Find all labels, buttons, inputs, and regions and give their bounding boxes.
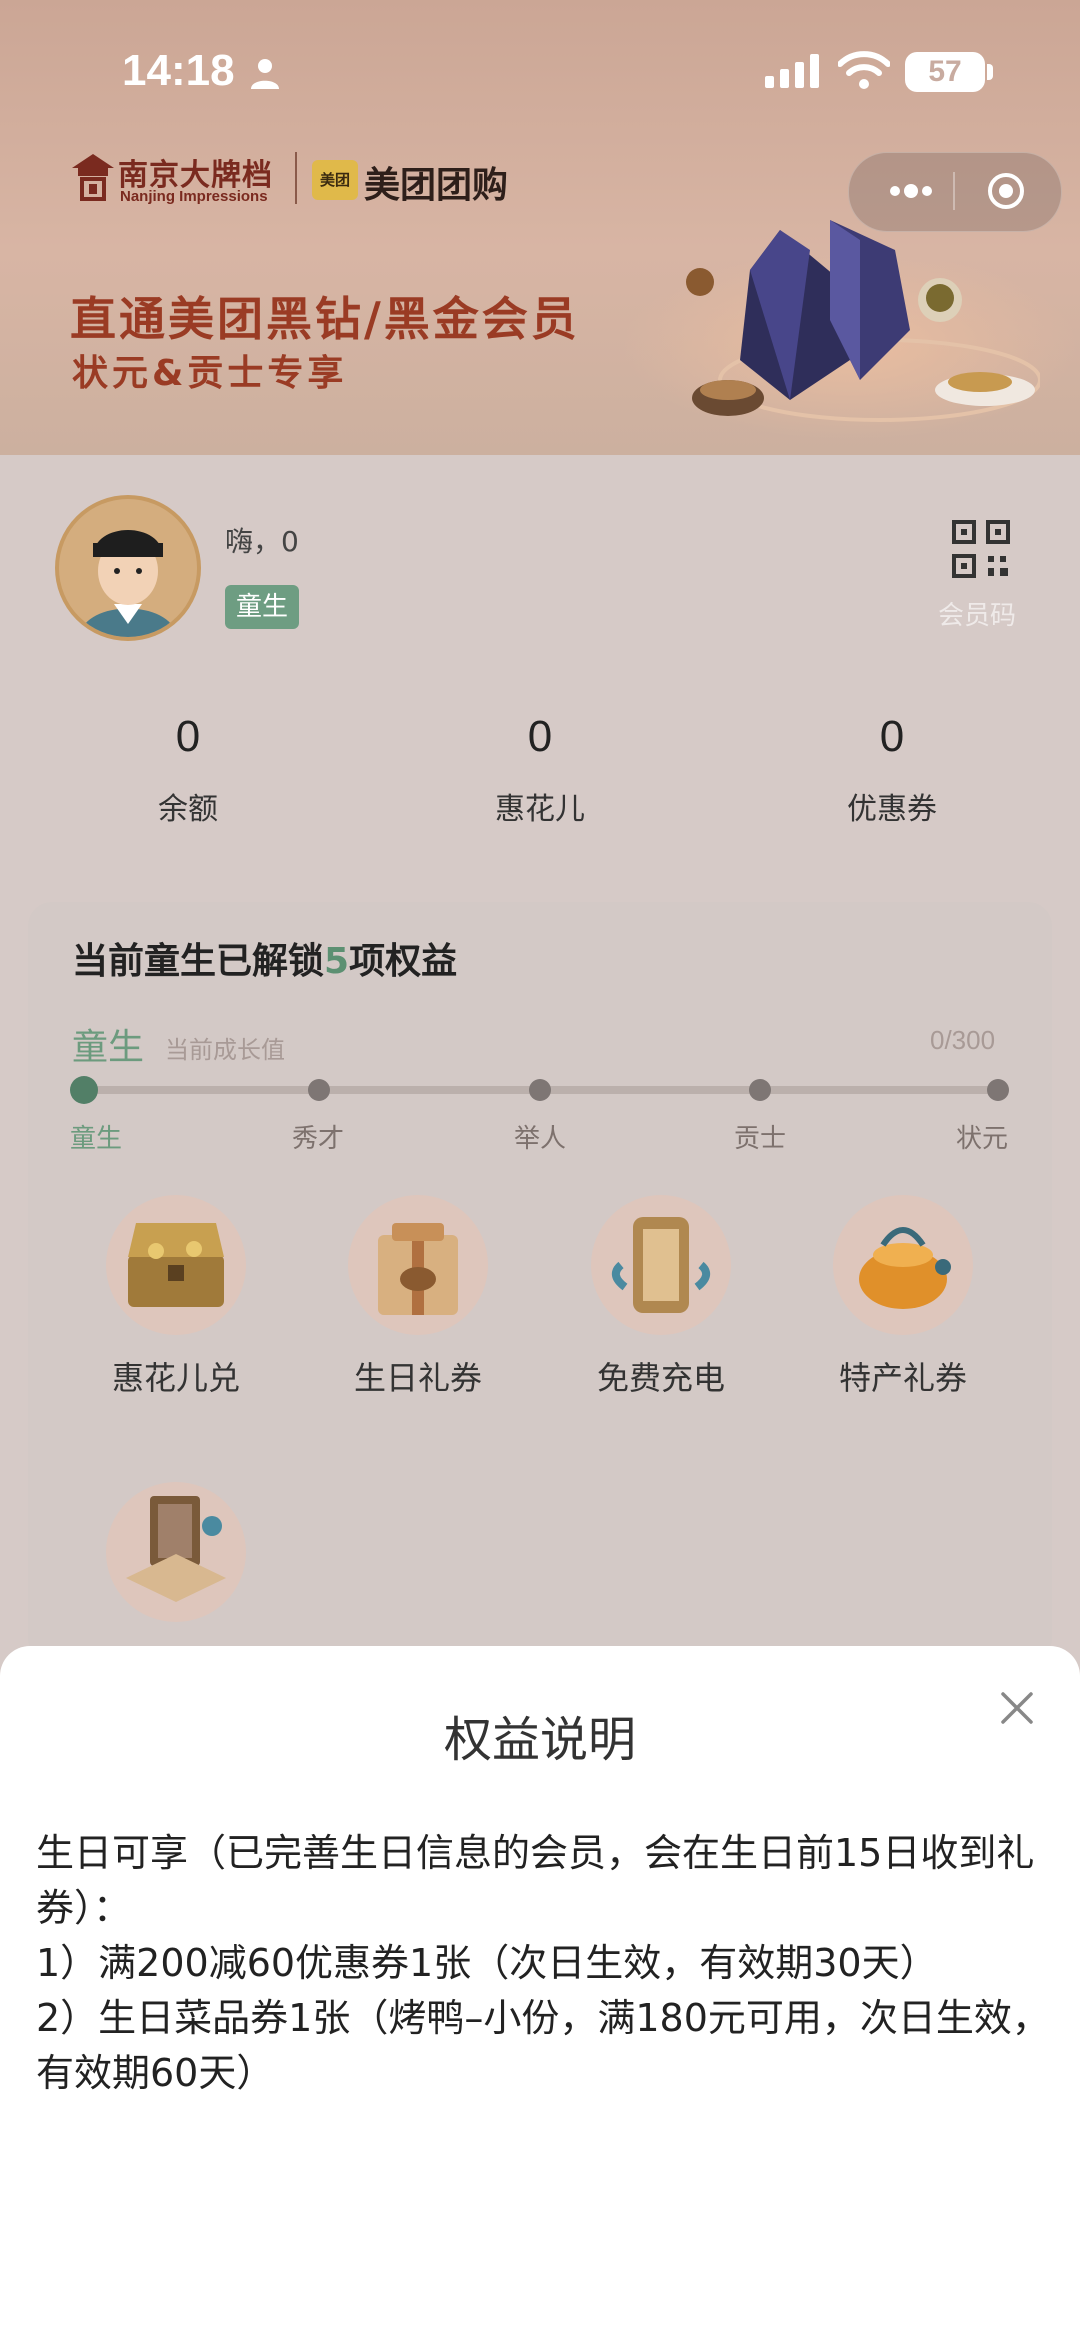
- benefit-specialty-coupon[interactable]: 特产礼券: [818, 1195, 988, 1399]
- sheet-line: 1）满200减60优惠券1张（次日生效，有效期30天）: [36, 1941, 938, 1985]
- level-label: 贡士: [734, 1124, 787, 1154]
- signal-icon: [765, 54, 819, 88]
- benefit-free-charging[interactable]: 免费充电: [576, 1195, 746, 1399]
- brand-name-en: Nanjing Impressions: [120, 188, 268, 205]
- level-label: 童生: [70, 1124, 123, 1154]
- stat-value: 0: [175, 712, 201, 761]
- stat-label: 余额: [158, 792, 218, 827]
- qr-code-icon[interactable]: [952, 520, 1010, 578]
- benefit-birthday-coupon[interactable]: 生日礼券: [333, 1195, 503, 1399]
- sheet-title: 权益说明: [443, 1712, 636, 1768]
- stat-label: 优惠券: [847, 792, 937, 827]
- stat-huahuaer[interactable]: 0 惠花儿: [420, 712, 660, 828]
- current-level: 童生: [72, 1027, 145, 1068]
- partner-name: 美团团购: [364, 165, 509, 206]
- level-dot-juren: [529, 1079, 551, 1101]
- benefit-fifth[interactable]: [91, 1482, 261, 1622]
- sheet-body: 生日可享（已完善生日信息的会员，会在生日前15日收到礼券）： 1）满200减60…: [36, 1826, 1056, 2101]
- stat-balance[interactable]: 0 余额: [68, 712, 308, 828]
- stat-value: 0: [879, 712, 905, 761]
- level-label: 举人: [514, 1124, 567, 1154]
- treasure-chest-icon: [106, 1195, 246, 1335]
- growth-label: 当前成长值: [165, 1036, 285, 1064]
- growth-value: 0/300: [930, 1025, 996, 1055]
- stat-coupons[interactable]: 0 优惠券: [772, 712, 1012, 828]
- specialty-gift-icon: [833, 1195, 973, 1335]
- meituan-badge: 美团: [312, 160, 358, 200]
- benefit-label: 免费充电: [596, 1359, 725, 1397]
- battery-icon: 57: [905, 52, 985, 92]
- level-dot-xiucai: [308, 1079, 330, 1101]
- stat-label: 惠花儿: [495, 792, 585, 827]
- lantern-charger-icon: [591, 1195, 731, 1335]
- benefit-label: 惠花儿兑: [111, 1359, 240, 1397]
- brand-divider: [295, 152, 297, 204]
- sheet-line: 2）生日菜品券1张（烤鸭–小份，满180元可用，次日生效，有效期60天）: [36, 1996, 1050, 2095]
- capsule-separator: [953, 172, 955, 210]
- title-count: 5: [324, 941, 350, 982]
- battery-nub: [987, 64, 993, 80]
- stat-value: 0: [527, 712, 553, 761]
- banner-title: 直通美团黑钻/黑金会员: [70, 292, 580, 346]
- rights-card-title: 当前童生已解锁5项权益: [72, 932, 457, 984]
- level-dot-tongsheng: [70, 1076, 98, 1104]
- wifi-icon: [838, 51, 890, 89]
- qr-label[interactable]: 会员码: [938, 595, 1016, 632]
- benefit-label: 特产礼券: [838, 1359, 967, 1397]
- close-miniprogram-icon[interactable]: [985, 170, 1027, 212]
- sheet-line: 生日可享（已完善生日信息的会员，会在生日前15日收到礼券）：: [36, 1831, 1035, 1930]
- black-diamond-art-icon: [686, 220, 1040, 422]
- scholar-avatar-icon: [59, 499, 197, 637]
- person-icon: [251, 59, 279, 89]
- restaurant-logo-icon: [72, 154, 114, 201]
- banner-subtitle: 状元&贡士专享: [72, 353, 348, 394]
- more-icon[interactable]: [878, 168, 944, 214]
- close-icon[interactable]: [995, 1686, 1039, 1730]
- level-label: 状元: [956, 1124, 1009, 1154]
- book-box-icon: [106, 1482, 246, 1622]
- title-prefix: 当前童生已解锁: [72, 941, 325, 982]
- level-badge: 童生: [225, 585, 299, 629]
- benefit-label: 生日礼券: [353, 1359, 482, 1397]
- level-dot-zhuangyuan: [987, 1079, 1009, 1101]
- avatar[interactable]: [55, 495, 201, 641]
- title-suffix: 项权益: [349, 941, 458, 982]
- benefit-huahuaer-exchange[interactable]: 惠花儿兑: [91, 1195, 261, 1399]
- greeting: 嗨，0: [225, 525, 299, 558]
- gift-box-icon: [348, 1195, 488, 1335]
- level-label: 秀才: [292, 1124, 345, 1154]
- status-time: 14:18: [122, 46, 235, 95]
- level-dot-gongshi: [749, 1079, 771, 1101]
